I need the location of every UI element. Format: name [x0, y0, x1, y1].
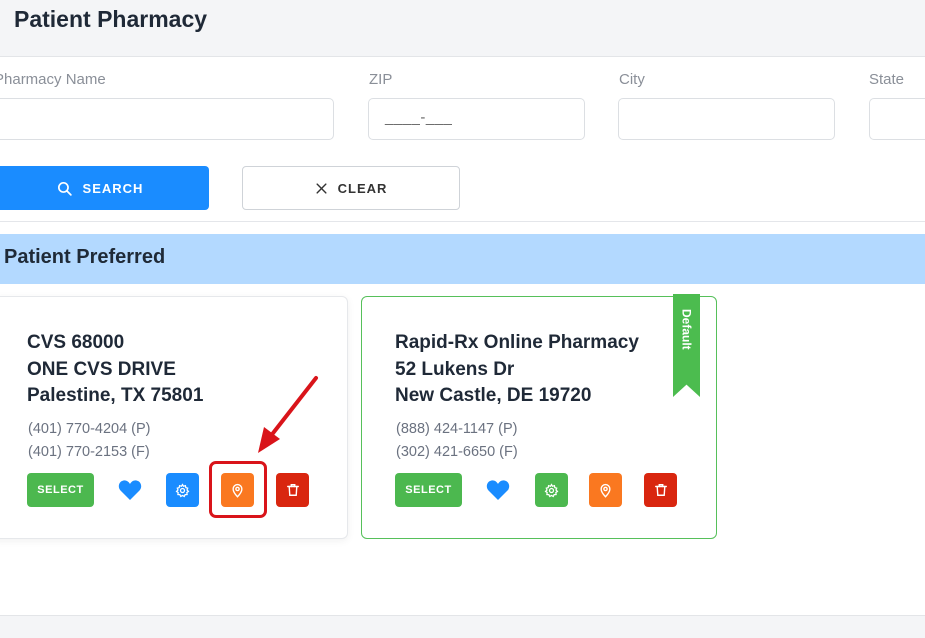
annotation-arrow	[258, 376, 318, 453]
pharmacy-card: Default Rapid-Rx Online Pharmacy 52 Luke…	[361, 294, 717, 539]
annotation-highlight-box	[209, 461, 267, 518]
section-header: Patient Preferred	[0, 234, 925, 284]
pharmacy-city-state-zip: Palestine, TX 75801	[27, 385, 204, 406]
zip-mask: ____-___	[385, 109, 453, 126]
pharmacy-city-state-zip: New Castle, DE 19720	[395, 385, 592, 406]
trash-icon	[654, 484, 667, 496]
zip-input[interactable]: ____-___	[368, 98, 585, 140]
select-button[interactable]: SELECT	[27, 473, 94, 507]
page-header: Patient Pharmacy	[0, 0, 925, 57]
pharmacy-phone: (401) 770-4204 (P)	[28, 421, 151, 437]
delete-button[interactable]	[644, 473, 677, 507]
settings-icon	[175, 482, 190, 497]
favorite-button[interactable]	[113, 473, 147, 507]
trash-icon	[286, 484, 299, 496]
search-icon	[57, 181, 72, 196]
city-input[interactable]	[618, 98, 835, 140]
city-label: City	[619, 71, 645, 88]
heart-icon	[118, 480, 142, 500]
pharmacy-address: ONE CVS DRIVE	[27, 359, 176, 380]
select-button[interactable]: SELECT	[395, 473, 462, 507]
location-pin-icon	[600, 483, 611, 498]
pharmacy-name: CVS 68000	[27, 332, 125, 353]
divider	[0, 221, 925, 222]
pharmacy-fax: (302) 421-6650 (F)	[396, 444, 518, 460]
pharmacy-fax: (401) 770-2153 (F)	[28, 444, 150, 460]
heart-icon	[486, 480, 510, 500]
default-ribbon-label: Default	[679, 309, 694, 350]
location-button[interactable]	[589, 473, 622, 507]
settings-button[interactable]	[166, 473, 199, 507]
clear-button[interactable]: CLEAR	[242, 166, 460, 210]
clear-button-label: CLEAR	[337, 180, 388, 196]
page-title: Patient Pharmacy	[14, 6, 208, 32]
section-title: Patient Preferred	[4, 246, 166, 268]
settings-icon	[544, 482, 559, 497]
favorite-button[interactable]	[481, 473, 515, 507]
zip-label: ZIP	[369, 71, 393, 88]
pharmacy-phone: (888) 424-1147 (P)	[396, 421, 518, 437]
pharmacy-name-input[interactable]	[0, 98, 334, 140]
delete-button[interactable]	[276, 473, 309, 507]
state-input[interactable]	[869, 98, 925, 140]
state-label: State	[869, 71, 905, 88]
pharmacy-name-label: Pharmacy Name	[0, 71, 106, 88]
search-button-label: SEARCH	[82, 180, 144, 196]
pharmacy-name: Rapid-Rx Online Pharmacy	[395, 332, 639, 353]
settings-button[interactable]	[535, 473, 568, 507]
pharmacy-address: 52 Lukens Dr	[395, 359, 515, 380]
search-button[interactable]: SEARCH	[0, 166, 209, 210]
footer-strip	[0, 615, 925, 638]
close-icon	[316, 182, 327, 194]
